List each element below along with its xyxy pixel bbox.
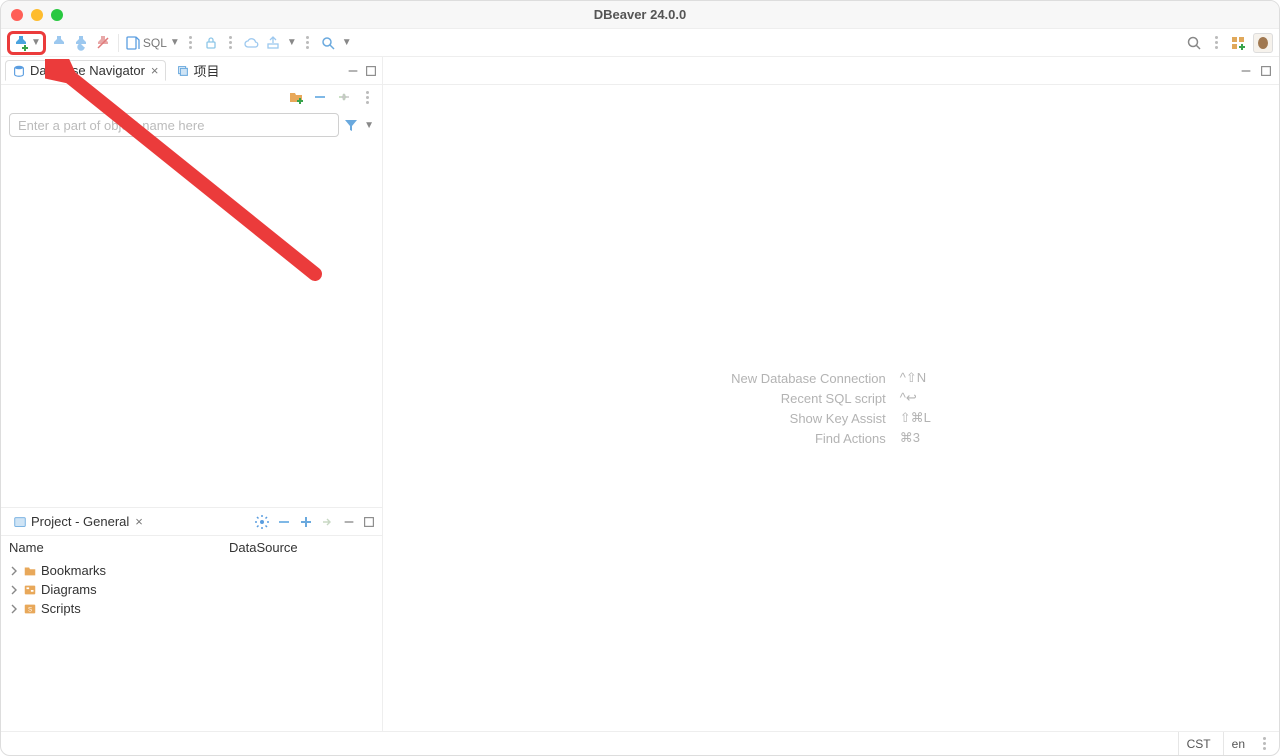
tree-item-bookmarks[interactable]: Bookmarks: [9, 561, 374, 580]
sql-editor-button[interactable]: SQL ▼: [125, 35, 180, 51]
chevron-down-icon[interactable]: ▼: [342, 37, 352, 48]
zoom-window-button[interactable]: [51, 9, 63, 21]
tab-project-general[interactable]: Project - General ×: [7, 512, 149, 531]
chevron-down-icon[interactable]: ▼: [364, 120, 374, 131]
search-icon[interactable]: [319, 34, 337, 52]
nav-tab-row: Database Navigator × 项目: [1, 57, 382, 85]
link-editor-icon[interactable]: [320, 514, 336, 530]
status-bar: CST en: [1, 731, 1279, 755]
chevron-right-icon: [9, 585, 19, 595]
lock-icon[interactable]: [202, 34, 220, 52]
status-overflow[interactable]: [1257, 737, 1271, 750]
tree-label: Diagrams: [41, 582, 97, 597]
stack-icon: [176, 64, 190, 78]
tree-item-diagrams[interactable]: Diagrams: [9, 580, 374, 599]
new-folder-icon[interactable]: [288, 89, 304, 105]
close-window-button[interactable]: [11, 9, 23, 21]
window-controls: [11, 9, 63, 21]
toolbar-overflow-2[interactable]: [224, 36, 238, 49]
reconnect-button[interactable]: [72, 34, 90, 52]
maximize-view-icon[interactable]: [364, 64, 378, 78]
collapse-icon[interactable]: [276, 514, 292, 530]
chevron-right-icon: [9, 604, 19, 614]
col-datasource[interactable]: DataSource: [229, 540, 298, 555]
workbench-body: Database Navigator × 项目: [1, 57, 1279, 731]
tree-item-scripts[interactable]: S Scripts: [9, 599, 374, 618]
link-editor-icon[interactable]: [336, 89, 352, 105]
app-window: DBeaver 24.0.0 ▼ SQL ▼: [0, 0, 1280, 756]
minimize-view-icon[interactable]: [1239, 64, 1253, 78]
database-icon: [12, 64, 26, 78]
nav-toolbar: [1, 85, 382, 109]
dbeaver-perspective-icon[interactable]: [1253, 33, 1273, 53]
maximize-view-icon[interactable]: [1259, 64, 1273, 78]
tab-projects[interactable]: 项目: [170, 59, 226, 82]
left-sidebar: Database Navigator × 项目: [1, 57, 383, 731]
chevron-down-icon[interactable]: ▼: [31, 37, 41, 48]
tab-label: 项目: [194, 61, 220, 80]
view-menu-icon[interactable]: [360, 91, 374, 104]
toolbar-overflow-3[interactable]: [301, 36, 315, 49]
new-connection-highlight: ▼: [7, 31, 46, 55]
collapse-icon[interactable]: [312, 89, 328, 105]
minimize-window-button[interactable]: [31, 9, 43, 21]
col-name[interactable]: Name: [9, 540, 229, 555]
maximize-view-icon[interactable]: [362, 515, 376, 529]
sql-label: SQL: [143, 36, 167, 50]
scripts-folder-icon: S: [23, 602, 37, 616]
project-icon: [13, 515, 27, 529]
minimize-view-icon[interactable]: [346, 64, 360, 78]
project-panel: Project - General × Name DataSource: [1, 507, 382, 731]
chevron-right-icon: [9, 566, 19, 576]
main-toolbar: ▼ SQL ▼ ▼ ▼: [1, 29, 1279, 57]
diagram-folder-icon: [23, 583, 37, 597]
project-columns-header: Name DataSource: [1, 536, 382, 559]
tree-label: Scripts: [41, 601, 81, 616]
global-search-icon[interactable]: [1185, 34, 1203, 52]
tab-label: Project - General: [31, 514, 129, 529]
minimize-view-icon[interactable]: [342, 515, 356, 529]
window-title: DBeaver 24.0.0: [1, 7, 1279, 22]
editor-tab-row: [383, 57, 1279, 85]
welcome-hints: New Database Connection^⇧N Recent SQL sc…: [723, 367, 939, 449]
folder-icon: [23, 564, 37, 578]
cloud-icon[interactable]: [242, 34, 260, 52]
export-icon[interactable]: [264, 34, 282, 52]
close-icon[interactable]: ×: [151, 63, 159, 78]
status-language[interactable]: en: [1223, 732, 1253, 755]
tab-database-navigator[interactable]: Database Navigator ×: [5, 60, 166, 81]
close-icon[interactable]: ×: [135, 514, 143, 529]
titlebar: DBeaver 24.0.0: [1, 1, 1279, 29]
status-timezone[interactable]: CST: [1178, 732, 1219, 755]
disconnect-button[interactable]: [94, 34, 112, 52]
new-connection-button[interactable]: [12, 34, 30, 52]
chevron-down-icon[interactable]: ▼: [287, 37, 297, 48]
svg-text:S: S: [28, 606, 32, 613]
add-icon[interactable]: [298, 514, 314, 530]
toolbar-overflow-right[interactable]: [1209, 36, 1223, 49]
nav-filter-input[interactable]: [9, 113, 339, 137]
editor-area: New Database Connection^⇧N Recent SQL sc…: [383, 57, 1279, 731]
filter-icon[interactable]: [343, 117, 359, 133]
chevron-down-icon: ▼: [170, 37, 180, 48]
tree-label: Bookmarks: [41, 563, 106, 578]
nav-filter-row: ▼: [1, 109, 382, 143]
nav-tree-body[interactable]: [1, 143, 382, 507]
connect-button[interactable]: [50, 34, 68, 52]
perspective-icon[interactable]: [1229, 34, 1247, 52]
toolbar-overflow-1[interactable]: [184, 36, 198, 49]
tab-label: Database Navigator: [30, 63, 145, 78]
project-tree: Bookmarks Diagrams S Scripts: [1, 559, 382, 620]
gear-icon[interactable]: [254, 514, 270, 530]
